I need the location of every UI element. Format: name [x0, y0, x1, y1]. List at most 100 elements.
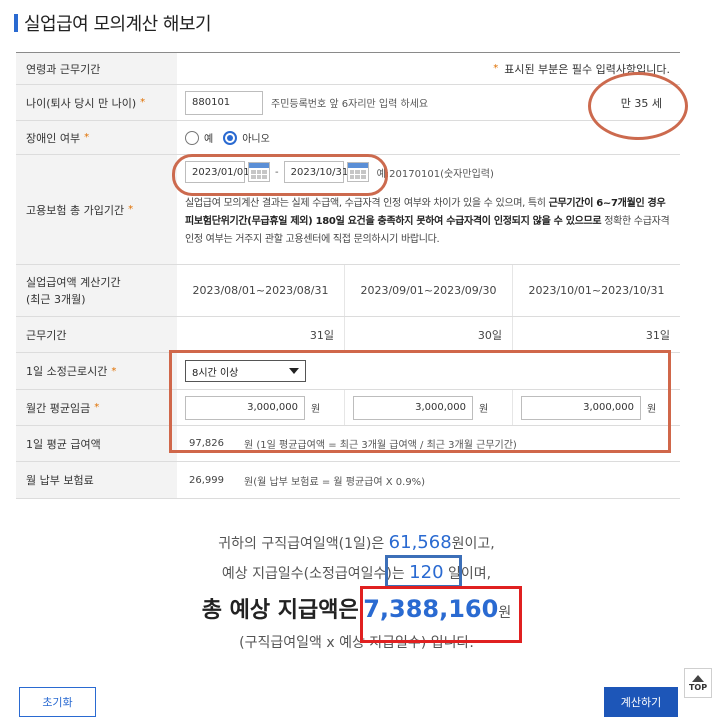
period-1: 2023/08/01~2023/08/31 — [192, 284, 329, 297]
calculate-button[interactable]: 계산하기 — [604, 687, 678, 717]
work-days-label: 근무기간 — [16, 317, 177, 352]
required-note: * 표시된 부분은 필수 입력사항입니다. — [177, 53, 680, 84]
age-cell: 880101 주민등록번호 앞 6자리만 입력 하세요 만 35 세 — [177, 85, 680, 120]
title-accent-bar — [14, 14, 18, 32]
daily-hours-label: 1일 소정근로시간 * — [16, 353, 177, 389]
scroll-top-button[interactable]: TOP — [684, 668, 712, 698]
end-date-input[interactable]: 2023/10/31 — [283, 161, 348, 183]
daily-wage-value: 97,826 — [189, 438, 224, 449]
wage-cell-3: 3,000,000 원 — [512, 390, 680, 425]
daily-wage-cell: 97,826 원 (1일 평균급여액 = 최근 3개월 급여액 / 최근 3개월… — [177, 426, 680, 461]
top-label: TOP — [688, 682, 708, 692]
total-label: 총 예상 지급액은 — [201, 598, 359, 623]
calculator-form: 연령과 근무기간 * 표시된 부분은 필수 입력사항입니다. 나이(퇴사 당시 … — [16, 52, 680, 499]
required-mark: * — [493, 63, 499, 74]
wage-input-3[interactable]: 3,000,000 — [521, 395, 641, 420]
calc-period-row: 실업급여액 계산기간 (최근 3개월) 2023/08/01~2023/08/3… — [16, 265, 680, 317]
employment-cell: 2023/01/01 - 2023/10/31 예:20170101(숫자만입력… — [177, 155, 680, 264]
disability-label: 장애인 여부 * — [16, 121, 177, 154]
required-mark: * — [140, 97, 146, 108]
required-mark: * — [111, 365, 117, 377]
notice-text-1: 실업급여 모의계산 결과는 실제 수급액, 수급자격 인정 여부와 차이가 있을… — [185, 198, 549, 209]
benefit-days: 120 — [409, 562, 444, 583]
daily-hours-select[interactable]: 8시간 이상 — [185, 360, 306, 382]
monthly-wage-label-text: 월간 평균임금 — [26, 401, 91, 415]
wage-cell-1: 3,000,000 원 — [177, 390, 344, 425]
monthly-wage-columns: 3,000,000 원 3,000,000 원 3,000,000 원 — [177, 390, 680, 425]
disability-label-text: 장애인 여부 — [26, 131, 81, 145]
date-separator: - — [275, 166, 279, 178]
form-header-label: 연령과 근무기간 — [16, 53, 177, 84]
wage-input-1[interactable]: 3,000,000 — [185, 395, 305, 420]
calc-period-label-1: 실업급여액 계산기간 — [26, 275, 121, 289]
daily-benefit-amount: 61,568 — [388, 532, 452, 553]
wage-input-2[interactable]: 3,000,000 — [353, 395, 473, 420]
reset-button[interactable]: 초기화 — [19, 687, 96, 717]
birthdate-input[interactable]: 880101 — [185, 90, 263, 115]
calendar-icon[interactable] — [248, 162, 270, 182]
daily-wage-desc: 원 (1일 평균급여액 = 최근 3개월 급여액 / 최근 3개월 근무기간) — [244, 440, 517, 451]
employment-label: 고용보험 총 가입기간 * — [16, 155, 177, 264]
date-range: 2023/01/01 - 2023/10/31 예:20170101(숫자만입력… — [185, 161, 494, 183]
premium-desc: 원(월 납부 보험료 = 월 평균급여 X 0.9%) — [244, 476, 426, 488]
required-note-text: 표시된 부분은 필수 입력사항입니다. — [504, 62, 670, 76]
premium-label: 월 납부 보험료 — [16, 462, 177, 498]
result-total-line: 총 예상 지급액은 7,388,160원 — [0, 592, 713, 624]
work-days-1: 31일 — [309, 328, 334, 342]
work-days-3: 31일 — [512, 317, 680, 352]
disability-cell: 예 아니오 — [177, 121, 680, 154]
birthdate-hint: 주민등록번호 앞 6자리만 입력 하세요 — [271, 99, 429, 110]
start-date-input[interactable]: 2023/01/01 — [185, 161, 250, 183]
result-line-1: 귀하의 구직급여일액(1일)은 61,568원이고, — [0, 532, 713, 553]
page-title: 실업급여 모의계산 해보기 — [24, 14, 212, 35]
period-3: 2023/10/01~2023/10/31 — [512, 265, 680, 316]
result-text: 원이고, — [451, 536, 495, 552]
computed-age: 만 35 세 — [620, 97, 662, 110]
required-mark: * — [128, 204, 134, 215]
total-unit: 원 — [498, 605, 512, 621]
premium-value: 26,999 — [189, 474, 224, 486]
wage-cell-2: 3,000,000 원 — [344, 390, 512, 425]
calc-period-columns: 2023/08/01~2023/08/31 2023/09/01~2023/09… — [177, 265, 680, 316]
daily-wage-row: 1일 평균 급여액 97,826 원 (1일 평균급여액 = 최근 3개월 급여… — [16, 426, 680, 462]
premium-cell: 26,999 원(월 납부 보험료 = 월 평균급여 X 0.9%) — [177, 462, 680, 498]
calc-period-label: 실업급여액 계산기간 (최근 3개월) — [16, 265, 177, 316]
arrow-up-icon — [692, 674, 704, 682]
age-row: 나이(퇴사 당시 만 나이) * 880101 주민등록번호 앞 6자리만 입력… — [16, 85, 680, 121]
work-days-columns: 31일 30일 31일 — [177, 317, 680, 352]
work-days-row: 근무기간 31일 30일 31일 — [16, 317, 680, 353]
work-days-2: 30일 — [344, 317, 512, 352]
employment-label-text: 고용보험 총 가입기간 — [26, 203, 125, 217]
result-formula: (구직급여일액 x 예상 지급일수) 입니다. — [239, 635, 474, 651]
radio-yes[interactable] — [185, 130, 199, 145]
monthly-wage-label: 월간 평균임금 * — [16, 390, 177, 425]
page-title-area: 실업급여 모의계산 해보기 — [14, 10, 212, 36]
radio-yes-label[interactable]: 예 — [204, 130, 213, 145]
disability-row: 장애인 여부 * 예 아니오 — [16, 121, 680, 155]
radio-no[interactable] — [223, 130, 238, 145]
result-line-2: 예상 지급일수(소정급여일수)는 120 일이며, — [0, 562, 713, 583]
required-mark: * — [84, 132, 90, 143]
result-text: 일이며, — [443, 566, 492, 582]
result-text: 귀하의 구직급여일액(1일)은 — [218, 536, 389, 552]
eligibility-notice: 실업급여 모의계산 결과는 실제 수급액, 수급자격 인정 여부와 차이가 있을… — [185, 195, 675, 249]
radio-no-label[interactable]: 아니오 — [242, 130, 270, 145]
daily-hours-row: 1일 소정근로시간 * 8시간 이상 — [16, 353, 680, 390]
chevron-down-icon — [289, 368, 299, 374]
monthly-wage-row: 월간 평균임금 * 3,000,000 원 3,000,000 원 3,000,… — [16, 390, 680, 426]
won-unit: 원 — [647, 404, 657, 415]
calc-period-label-2: (최근 3개월) — [26, 292, 86, 306]
age-label: 나이(퇴사 당시 만 나이) * — [16, 85, 177, 120]
daily-hours-value: 8시간 이상 — [192, 367, 239, 379]
date-example-hint: 예:20170101(숫자만입력) — [376, 168, 494, 180]
won-unit: 원 — [479, 404, 489, 415]
won-unit: 원 — [311, 404, 321, 415]
daily-hours-label-text: 1일 소정근로시간 — [26, 365, 108, 378]
employment-row: 고용보험 총 가입기간 * 2023/01/01 - 2023/10/31 예:… — [16, 155, 680, 265]
age-label-text: 나이(퇴사 당시 만 나이) — [26, 96, 137, 110]
required-mark: * — [94, 402, 100, 413]
daily-hours-cell: 8시간 이상 — [177, 353, 680, 389]
premium-row: 월 납부 보험료 26,999 원(월 납부 보험료 = 월 평균급여 X 0.… — [16, 462, 680, 499]
calendar-icon[interactable] — [346, 162, 369, 182]
daily-wage-label: 1일 평균 급여액 — [16, 426, 177, 461]
